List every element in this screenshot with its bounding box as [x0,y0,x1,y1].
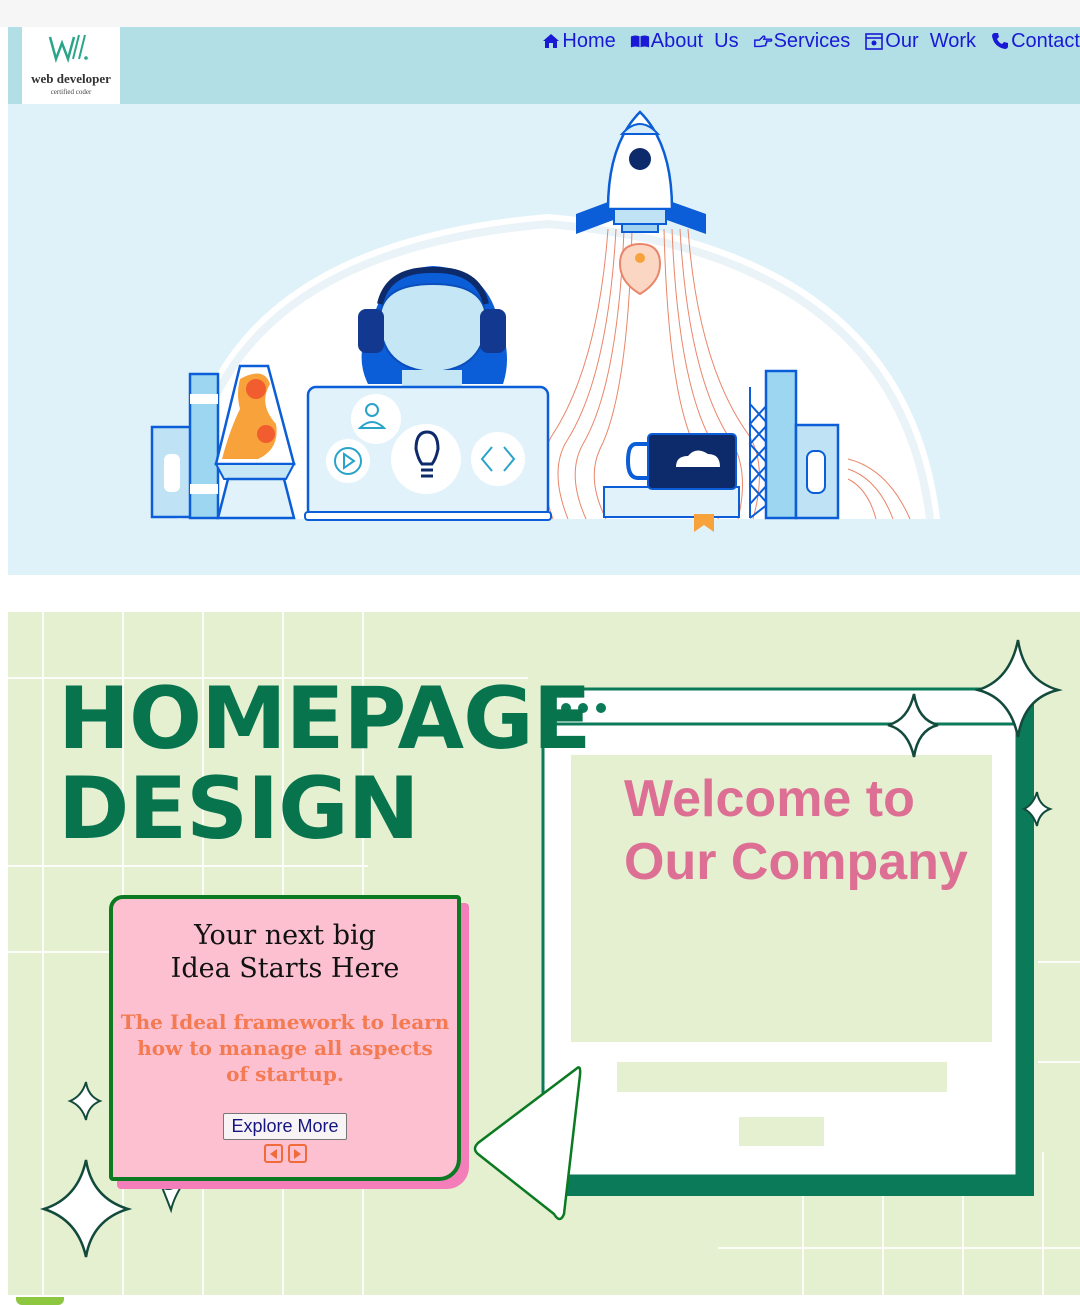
next-arrow-icon[interactable] [287,1144,307,1163]
bottom-edge-mark [16,1297,64,1305]
card-subtitle-line-2: how to manage all aspects [137,1036,433,1060]
card-subtitle-line-1: The Ideal framework to learn [120,1010,450,1034]
nav-about-label: About Us [650,29,739,52]
site-header: web developer certified coder Home About… [8,27,1080,104]
headline-line-1: HOMEPAGE [58,669,591,769]
logo-mark-icon [48,34,88,64]
hero-illustration [8,104,1080,575]
phone-icon [992,33,1009,49]
logo-subtitle: certified coder [50,88,92,96]
welcome-heading: Welcome to Our Company [624,768,968,894]
book-icon [630,35,649,48]
card-subtitle-line-3: of startup. [226,1062,344,1086]
card-title-line-2: Idea Starts Here [170,953,400,984]
headline-line-2: DESIGN [58,759,420,859]
nav-home[interactable]: Home [541,29,616,53]
explore-more-button[interactable]: Explore More [223,1113,347,1140]
nav-home-label: Home [562,29,616,52]
nav-services[interactable]: Services [753,29,851,53]
card-carousel-controls [113,1144,457,1163]
logo-title: web developer [31,71,111,86]
nav-contact-label: Contact [1011,29,1080,52]
card-title-line-1: Your next big [194,920,376,951]
card-subtitle: The Ideal framework to learn how to mana… [113,1009,457,1087]
homepage-design-banner: HOMEPAGE DESIGN Welcome to Our Company Y… [8,612,1080,1295]
developer-rocket-illustration [150,110,940,532]
nav-services-label: Services [773,29,851,52]
previous-arrow-icon[interactable] [263,1144,283,1163]
site-logo[interactable]: web developer certified coder [22,27,120,104]
main-nav: Home About Us Services Our Work Contact [541,27,1080,55]
startup-card: Your next big Idea Starts Here The Ideal… [109,895,461,1181]
nav-our-work-label: Our Work [885,29,977,52]
nav-about[interactable]: About Us [630,30,739,53]
homepage-design-headline: HOMEPAGE DESIGN [58,669,591,859]
card-title: Your next big Idea Starts Here [113,919,457,985]
home-icon [543,34,560,48]
nav-contact[interactable]: Contact [990,30,1080,53]
briefcase-icon [865,33,884,50]
welcome-line-2: Our Company [624,833,968,891]
top-strip [0,0,1080,27]
nav-our-work[interactable]: Our Work [864,30,976,53]
hand-pointing-icon [753,35,772,48]
welcome-line-1: Welcome to [624,770,915,828]
